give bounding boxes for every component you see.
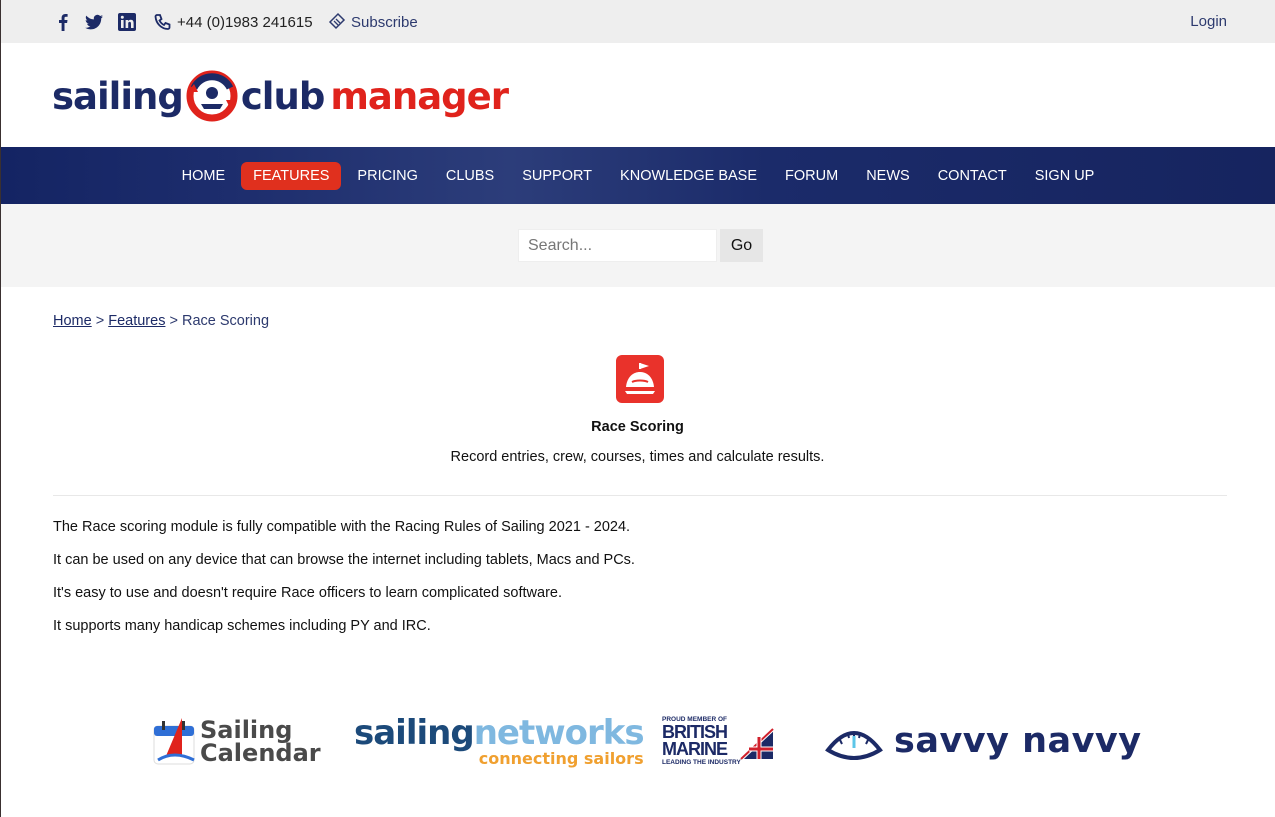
british-marine-line2: MARINE: [662, 739, 728, 759]
description-paragraph: It can be used on any device that can br…: [53, 552, 635, 568]
search-input[interactable]: [518, 229, 717, 262]
window-edge: [0, 0, 1, 817]
breadcrumb-separator: >: [165, 313, 182, 329]
subscribe-link[interactable]: Subscribe: [327, 12, 418, 32]
nav-item-contact[interactable]: CONTACT: [926, 162, 1019, 190]
feature-title: Race Scoring: [591, 419, 684, 435]
savvy-navvy-wordmark: savvy navvy: [894, 721, 1142, 761]
breadcrumb-separator: >: [91, 313, 109, 329]
facebook-icon[interactable]: [53, 12, 73, 32]
sailing-networks-word1: sailing: [354, 713, 475, 753]
feature-description: The Race scoring module is fully compati…: [53, 511, 635, 643]
nav-item-features[interactable]: FEATURES: [241, 161, 342, 190]
search-go-button[interactable]: Go: [720, 229, 763, 262]
breadcrumb-home-link[interactable]: Home: [53, 313, 92, 329]
nav-item-sign-up[interactable]: SIGN UP: [1023, 162, 1107, 190]
union-flag-sail-icon: [739, 727, 775, 760]
twitter-icon[interactable]: [84, 12, 104, 32]
nav-item-knowledge-base[interactable]: KNOWLEDGE BASE: [608, 162, 769, 190]
british-marine-bottom: LEADING THE INDUSTRY: [662, 759, 741, 766]
divider: [53, 495, 1227, 496]
login-link[interactable]: Login: [1190, 13, 1227, 30]
sailing-networks-word2: networks: [473, 713, 645, 753]
subscribe-icon: [327, 12, 347, 32]
site-logo[interactable]: sailing club manager: [52, 66, 509, 126]
sailing-calendar-logo[interactable]: Sailing Calendar: [152, 716, 321, 768]
nav-item-home[interactable]: HOME: [170, 162, 238, 190]
feature-subtitle: Record entries, crew, courses, times and…: [450, 449, 825, 465]
sailing-networks-tagline: connecting sailors: [478, 749, 644, 768]
logo-word-sailing: sailing: [52, 74, 184, 118]
logo-word-manager: manager: [330, 74, 509, 118]
savvy-navvy-icon: [825, 731, 883, 760]
logo-helm-icon: [186, 70, 238, 122]
nav-item-support[interactable]: SUPPORT: [510, 162, 604, 190]
breadcrumb: Home > Features > Race Scoring: [53, 313, 269, 329]
nav-item-clubs[interactable]: CLUBS: [434, 162, 506, 190]
sponsor-logos: Sailing Calendar sailingnetworks connect…: [0, 712, 1275, 772]
description-paragraph: It supports many handicap schemes includ…: [53, 618, 431, 634]
savvy-navvy-logo[interactable]: savvy navvy: [824, 720, 1142, 762]
search-bar: Go: [1, 204, 1275, 287]
phone-icon: [153, 12, 173, 32]
breadcrumb-current: Race Scoring: [181, 313, 270, 329]
nav-item-news[interactable]: NEWS: [854, 162, 922, 190]
calendar-icon: [153, 718, 195, 765]
nav-item-pricing[interactable]: PRICING: [345, 162, 429, 190]
breadcrumb-features-link[interactable]: Features: [108, 313, 165, 329]
main-nav: HOME FEATURES PRICING CLUBS SUPPORT KNOW…: [1, 147, 1275, 204]
phone-contact[interactable]: +44 (0)1983 241615: [153, 12, 313, 32]
logo-word-club: club: [240, 74, 325, 118]
top-bar: +44 (0)1983 241615 Subscribe Login: [1, 0, 1275, 43]
sailing-networks-logo[interactable]: sailingnetworks connecting sailors: [354, 713, 645, 768]
description-paragraph: The Race scoring module is fully compati…: [53, 519, 631, 535]
subscribe-label: Subscribe: [351, 13, 418, 31]
linkedin-icon[interactable]: [117, 12, 137, 32]
nav-item-forum[interactable]: FORUM: [773, 162, 850, 190]
race-scoring-icon: [616, 355, 664, 403]
description-paragraph: It's easy to use and doesn't require Rac…: [53, 585, 563, 601]
phone-number: +44 (0)1983 241615: [177, 13, 313, 31]
british-marine-logo[interactable]: PROUD MEMBER OF BRITISH MARINE LEADING T…: [662, 716, 775, 767]
sailing-calendar-line2: Calendar: [200, 739, 321, 767]
